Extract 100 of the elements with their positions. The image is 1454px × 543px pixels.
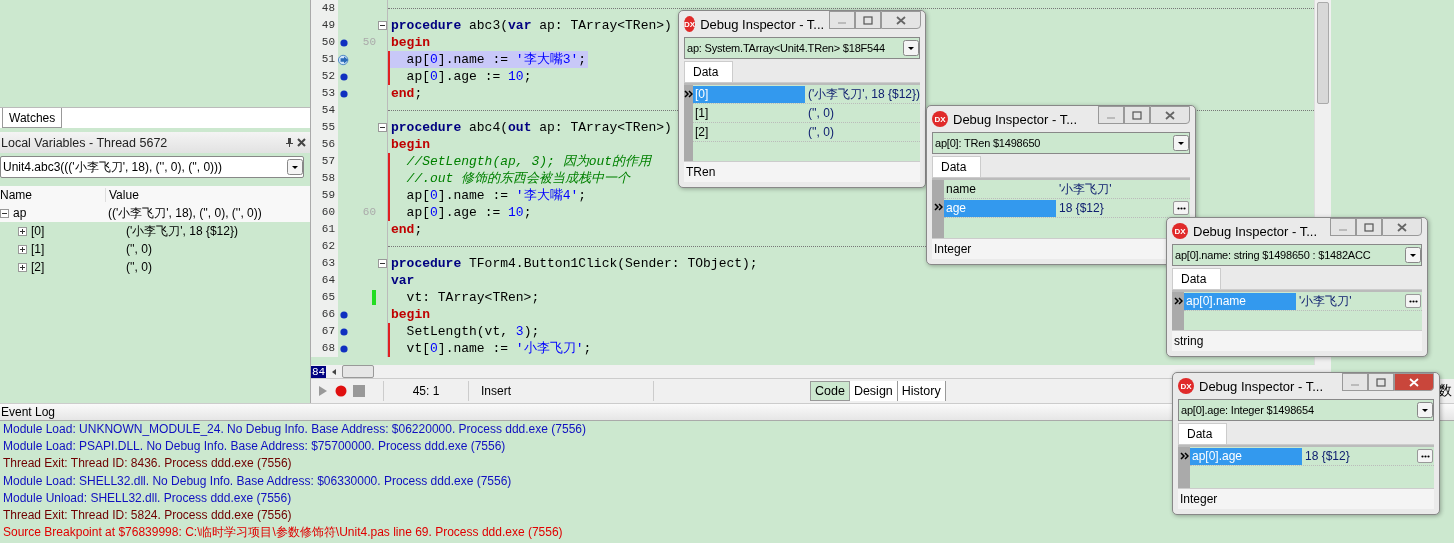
fold-icon[interactable] bbox=[378, 259, 387, 268]
line-number: 57 bbox=[311, 153, 338, 170]
scroll-left-icon[interactable] bbox=[330, 367, 339, 376]
field-name[interactable]: name bbox=[944, 180, 1056, 198]
breakpoint-icon[interactable] bbox=[340, 310, 348, 319]
variable-value: ('小李飞刀', 18 {$12}) bbox=[125, 222, 239, 240]
maximize-button[interactable] bbox=[855, 11, 882, 29]
line-label: 60 bbox=[362, 205, 376, 220]
expand-icon[interactable] bbox=[18, 262, 27, 272]
line-number: 48 bbox=[311, 0, 338, 17]
pin-icon[interactable] bbox=[285, 138, 294, 147]
view-tab[interactable]: Code bbox=[810, 381, 850, 401]
code-line: ap[0].name := '李大嘴4'; bbox=[388, 187, 589, 204]
breakpoint-icon[interactable] bbox=[340, 38, 348, 47]
field-name[interactable]: [1] bbox=[693, 104, 806, 122]
expression-dropdown[interactable]: ap: System.TArray<Unit4.TRen> $18F544 bbox=[684, 37, 920, 59]
ellipsis-button[interactable] bbox=[1405, 294, 1421, 308]
log-entry: Module Load: PSAPI.DLL. No Debug Info. Base Address: $75700000. Process ddd.exe (7556) bbox=[2, 438, 506, 456]
fold-icon[interactable] bbox=[378, 21, 387, 30]
breakpoint-icon[interactable] bbox=[340, 72, 348, 81]
current-row-icon bbox=[1179, 452, 1189, 460]
code-line: //SetLength(ap, 3); 因为out的作用 bbox=[388, 153, 654, 170]
line-number: 61 bbox=[311, 221, 338, 238]
cursor-position: 45: 1 bbox=[383, 381, 468, 401]
window-title: Debug Inspector - T... bbox=[1199, 378, 1325, 394]
column-header: Name bbox=[0, 188, 33, 202]
breakpoint-icon[interactable] bbox=[340, 89, 348, 98]
field-value: 18 {$12} bbox=[1304, 449, 1351, 463]
data-tab[interactable]: Data bbox=[932, 156, 982, 177]
data-tab[interactable]: Data bbox=[1172, 268, 1222, 289]
maximize-icon bbox=[1364, 222, 1374, 232]
line-number: 50 bbox=[311, 34, 338, 51]
close-button[interactable] bbox=[1382, 218, 1422, 236]
breakpoint-icon[interactable] bbox=[340, 327, 348, 336]
maximize-button[interactable] bbox=[1356, 218, 1382, 236]
line-number: 49 bbox=[311, 17, 338, 34]
line-number: 64 bbox=[311, 272, 338, 289]
minimize-icon bbox=[1107, 117, 1115, 119]
breakpoint-icon[interactable] bbox=[340, 344, 348, 353]
log-entry: Module Unload: SHELL32.dll. Process ddd.exe (7556) bbox=[2, 489, 292, 507]
code-line: procedure TForm4.Button1Click(Sender: TObject); bbox=[390, 255, 759, 272]
variable-name: ap bbox=[13, 206, 27, 220]
field-name[interactable]: [2] bbox=[693, 123, 806, 141]
variable-name: [2] bbox=[31, 260, 45, 274]
code-line: procedure abc4(out ap: TArray<TRen>) bbox=[390, 119, 673, 136]
scrollbar-thumb[interactable] bbox=[342, 365, 375, 378]
code-line: vt[0].name := '小李飞刀'; bbox=[388, 340, 594, 357]
code-line: begin bbox=[390, 34, 431, 51]
field-value: '小李飞刀' bbox=[1298, 292, 1353, 310]
expand-icon[interactable] bbox=[18, 244, 27, 254]
close-button[interactable] bbox=[1150, 106, 1190, 124]
app-icon: DX bbox=[932, 111, 948, 127]
record-icon[interactable] bbox=[335, 385, 347, 397]
line-number: 54 bbox=[311, 102, 338, 119]
log-entry: Module Load: UNKNOWN_MODULE_24. No Debug Info. Base Address: $06220000. Process ddd.exe (7556) bbox=[2, 421, 586, 438]
code-line: var bbox=[390, 272, 416, 289]
ellipsis-icon bbox=[1176, 206, 1186, 210]
maximize-button[interactable] bbox=[1124, 106, 1150, 124]
field-value: ('', 0) bbox=[807, 125, 835, 139]
code-line: begin bbox=[390, 136, 431, 153]
watches-tab[interactable]: Watches bbox=[2, 108, 63, 128]
collapse-icon[interactable] bbox=[0, 208, 9, 218]
fold-icon[interactable] bbox=[378, 123, 387, 132]
ellipsis-button[interactable] bbox=[1173, 201, 1189, 215]
variable-value: ('', 0) bbox=[125, 242, 153, 256]
maximize-icon bbox=[1376, 377, 1386, 387]
variable-value: ('', 0) bbox=[125, 260, 153, 274]
expand-icon[interactable] bbox=[18, 226, 27, 236]
window-title: Debug Inspector - T... bbox=[700, 16, 825, 32]
expression-dropdown[interactable]: ap[0].age: Integer $1498654 bbox=[1178, 399, 1434, 421]
call-stack-dropdown[interactable]: Unit4.abc3((('小李飞刀', 18), ('', 0), ('', 0))) bbox=[0, 156, 304, 178]
data-tab[interactable]: Data bbox=[1178, 423, 1228, 444]
code-line: end; bbox=[390, 85, 424, 102]
field-value: '小李飞刀' bbox=[1058, 180, 1113, 198]
code-line: begin bbox=[390, 306, 431, 323]
close-icon[interactable] bbox=[297, 138, 306, 147]
close-icon bbox=[896, 15, 907, 25]
minimize-icon bbox=[838, 22, 847, 24]
expression-dropdown[interactable]: ap[0]: TRen $1498650 bbox=[932, 132, 1190, 154]
line-number: 53 bbox=[311, 85, 338, 102]
close-button[interactable] bbox=[1394, 373, 1434, 391]
data-tab[interactable]: Data bbox=[684, 61, 734, 82]
close-icon bbox=[1165, 110, 1175, 120]
code-line: SetLength(vt, 3); bbox=[388, 323, 542, 340]
close-button[interactable] bbox=[881, 11, 922, 29]
line-number: 56 bbox=[311, 136, 338, 153]
code-line: vt: TArray<TRen>; bbox=[405, 289, 541, 306]
log-entry: Module Load: SHELL32.dll. No Debug Info. Base Address: $06330000. Process ddd.exe (7556) bbox=[2, 472, 512, 490]
current-row-icon bbox=[933, 203, 943, 211]
current-row-icon bbox=[684, 90, 693, 98]
ellipsis-button[interactable] bbox=[1417, 449, 1433, 463]
close-icon bbox=[1409, 377, 1419, 387]
insert-mode: Insert bbox=[468, 381, 653, 401]
line-number: 67 bbox=[311, 323, 338, 340]
maximize-button[interactable] bbox=[1368, 373, 1394, 391]
log-entry: Thread Exit: Thread ID: 8436. Process ddd.exe (7556) bbox=[2, 455, 292, 473]
line-number: 65 bbox=[311, 289, 338, 306]
current-row-icon bbox=[1173, 297, 1183, 305]
expression-dropdown[interactable]: ap[0].name: string $1498650 : $1482ACC bbox=[1172, 244, 1422, 266]
panel-title: Local Variables - Thread 5672 bbox=[1, 135, 169, 150]
